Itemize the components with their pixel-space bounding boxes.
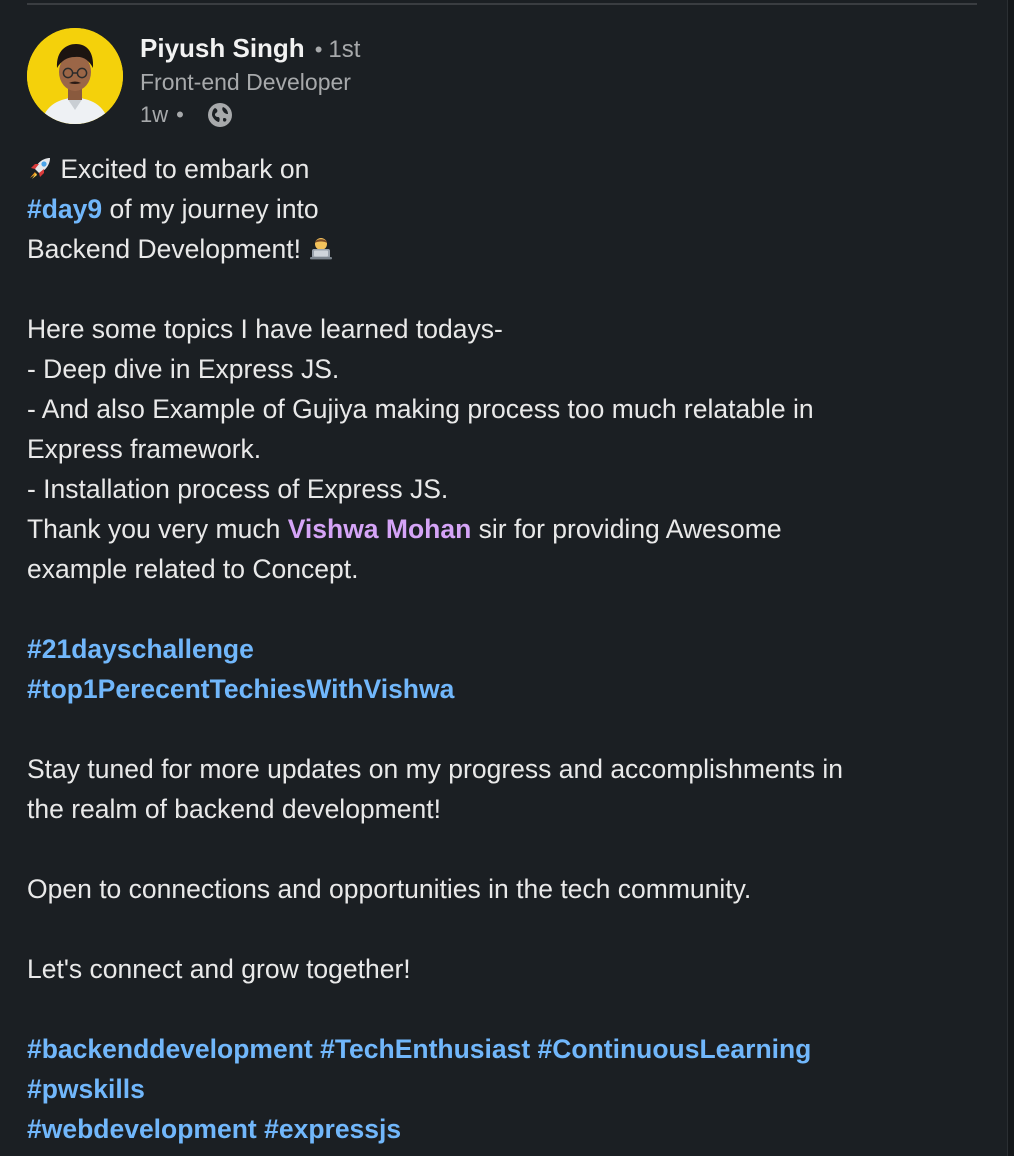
post-line: Express framework. [27,434,262,464]
post-line: Stay tuned for more updates on my progre… [27,754,844,784]
connection-separator: • [314,37,323,62]
hashtag-link[interactable]: #pwskills [27,1074,145,1104]
post-line: - Installation process of Express JS. [27,474,449,504]
post-body: Excited to embark on #day9 of my journey… [27,149,967,1149]
post-text: Thank you very much [27,514,288,544]
post-meta: 1w • [140,98,360,132]
avatar[interactable] [27,28,123,124]
top-divider [27,3,977,5]
post-text: of my journey into [102,194,319,224]
post-line: Here some topics I have learned todays- [27,314,503,344]
post-line: #pwskills [27,1069,967,1109]
scrollbar-track[interactable] [1007,0,1014,1156]
post-line: Let's connect and grow together! [27,954,411,984]
post-text: Backend Development! [27,234,309,264]
globe-icon[interactable] [206,101,234,129]
hashtag-link[interactable]: #21dayschallenge [27,634,254,664]
post-line: Open to connections and opportunities in… [27,874,752,904]
name-row: Piyush Singh • 1st [140,30,360,66]
author-headline: Front-end Developer [140,69,351,95]
author-name[interactable]: Piyush Singh [140,33,305,63]
post-header: Piyush Singh • 1st Front-end Developer 1w • [27,28,927,128]
technologist-emoji-icon [308,232,334,272]
post-line: Excited to embark on [27,149,967,189]
hashtag-link[interactable]: #day9 [27,194,102,224]
post-line: - And also Example of Gujiya making proc… [27,394,814,424]
hashtag-link[interactable]: #TechEnthusiast [320,1034,530,1064]
post-line: #webdevelopment #expressjs [27,1109,967,1149]
meta-separator: • [176,102,184,127]
post-line: example related to Concept. [27,554,359,584]
author-block: Piyush Singh • 1st Front-end Developer 1w • [140,30,360,132]
post-text: sir for providing Awesome [471,514,782,544]
hashtag-link[interactable]: #ContinuousLearning [538,1034,812,1064]
post-line: the realm of backend development! [27,794,441,824]
hashtag-link[interactable]: #top1PerecentTechiesWithVishwa [27,674,454,704]
post-line: #day9 of my journey into [27,189,967,229]
mention-link[interactable]: Vishwa Mohan [288,514,472,544]
hashtag-link[interactable]: #backenddevelopment [27,1034,313,1064]
post-line: #top1PerecentTechiesWithVishwa [27,669,967,709]
post-line: #backenddevelopment #TechEnthusiast #Con… [27,1029,967,1069]
rocket-emoji-icon [27,152,53,192]
hashtag-link[interactable]: #webdevelopment [27,1114,257,1144]
post-line: Thank you very much Vishwa Mohan sir for… [27,509,967,549]
post-line: - Deep dive in Express JS. [27,354,340,384]
hashtag-link[interactable]: #expressjs [264,1114,401,1144]
post-line: Backend Development! [27,229,967,269]
post-text: Excited to embark on [60,154,310,184]
connection-degree: 1st [328,36,361,63]
post-time: 1w [140,102,169,127]
post-line: #21dayschallenge [27,629,967,669]
